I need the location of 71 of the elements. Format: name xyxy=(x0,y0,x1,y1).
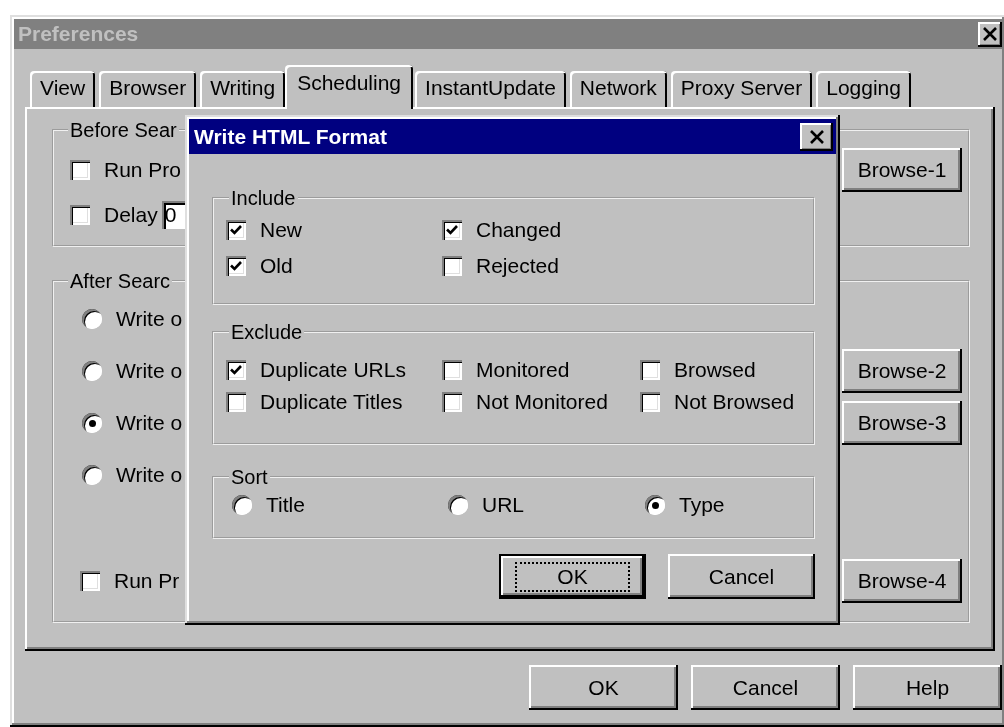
button[interactable]: Browse-3 xyxy=(842,401,962,445)
tab[interactable]: Network xyxy=(569,71,667,107)
radio-button[interactable] xyxy=(82,465,102,485)
checkbox[interactable] xyxy=(70,204,90,225)
tab[interactable]: InstantUpdate xyxy=(415,71,566,107)
checkbox[interactable] xyxy=(226,256,246,276)
radio-label: Type xyxy=(679,493,725,517)
close-icon xyxy=(982,27,998,41)
checkbox-label: Duplicate URLs xyxy=(260,358,406,382)
checkbox-label: Browsed xyxy=(674,358,756,382)
checkbox-label: Monitored xyxy=(476,358,570,382)
close-icon xyxy=(808,129,825,144)
tab[interactable]: Scheduling xyxy=(285,65,414,109)
window-title: Preferences xyxy=(18,22,139,46)
checkbox[interactable] xyxy=(442,256,462,276)
group-title: After Searc xyxy=(69,269,172,293)
check-icon xyxy=(229,363,243,377)
tab[interactable]: Proxy Server xyxy=(670,71,813,107)
button[interactable]: Cancel xyxy=(668,554,815,599)
radio-button[interactable] xyxy=(232,495,252,515)
group-title: Exclude xyxy=(230,320,304,344)
tab[interactable]: Writing xyxy=(200,71,286,107)
checkbox-label: Duplicate Titles xyxy=(260,390,403,414)
checkbox[interactable] xyxy=(226,360,246,380)
tab[interactable]: Logging xyxy=(816,71,911,107)
checkbox[interactable] xyxy=(640,360,660,380)
radio-label: Write o xyxy=(116,359,183,383)
checkbox-label: New xyxy=(260,218,302,242)
radio-label: Write o xyxy=(116,307,183,331)
check-icon xyxy=(445,223,459,237)
checkbox[interactable] xyxy=(442,392,462,412)
button[interactable]: Browse-1 xyxy=(842,147,962,192)
check-icon xyxy=(229,223,243,237)
dialog-title: Write HTML Format xyxy=(194,124,387,149)
radio-button[interactable] xyxy=(645,495,665,515)
radio-label: Write o xyxy=(116,463,183,487)
button[interactable]: Help xyxy=(853,665,1002,710)
button[interactable]: Browse-2 xyxy=(842,349,962,393)
check-icon xyxy=(229,259,243,273)
checkbox-label: Old xyxy=(260,254,293,278)
checkbox[interactable] xyxy=(226,220,246,240)
button[interactable]: OK xyxy=(529,665,678,710)
tab[interactable]: Browser xyxy=(99,71,197,107)
checkbox[interactable] xyxy=(442,360,462,380)
checkbox-label: Run Pr xyxy=(114,569,180,593)
radio-label: Write o xyxy=(116,411,183,435)
checkbox-label: Delay xyxy=(104,202,158,227)
button[interactable]: OK xyxy=(499,554,646,599)
checkbox[interactable] xyxy=(70,159,90,180)
close-button[interactable] xyxy=(800,122,833,151)
radio-label: Title xyxy=(266,493,305,517)
group-title: Before Sear xyxy=(69,118,178,142)
button[interactable]: Browse-4 xyxy=(842,559,962,603)
checkbox[interactable] xyxy=(640,392,660,412)
radio-label: URL xyxy=(482,493,524,517)
checkbox[interactable] xyxy=(442,220,462,240)
checkbox-label: Rejected xyxy=(476,254,559,278)
radio-button[interactable] xyxy=(82,361,102,381)
tab[interactable]: View xyxy=(30,71,96,107)
checkbox-label: Not Browsed xyxy=(674,390,795,414)
group-title: Include xyxy=(230,186,297,210)
button[interactable]: Cancel xyxy=(691,665,840,710)
group-title: Sort xyxy=(230,465,269,489)
radio-button[interactable] xyxy=(82,309,102,329)
checkbox-label: Run Pro xyxy=(104,157,182,182)
checkbox-label: Changed xyxy=(476,218,562,242)
checkbox[interactable] xyxy=(80,571,100,591)
radio-button[interactable] xyxy=(82,413,102,433)
radio-button[interactable] xyxy=(448,495,468,515)
checkbox[interactable] xyxy=(226,392,246,412)
checkbox-label: Not Monitored xyxy=(476,390,608,414)
